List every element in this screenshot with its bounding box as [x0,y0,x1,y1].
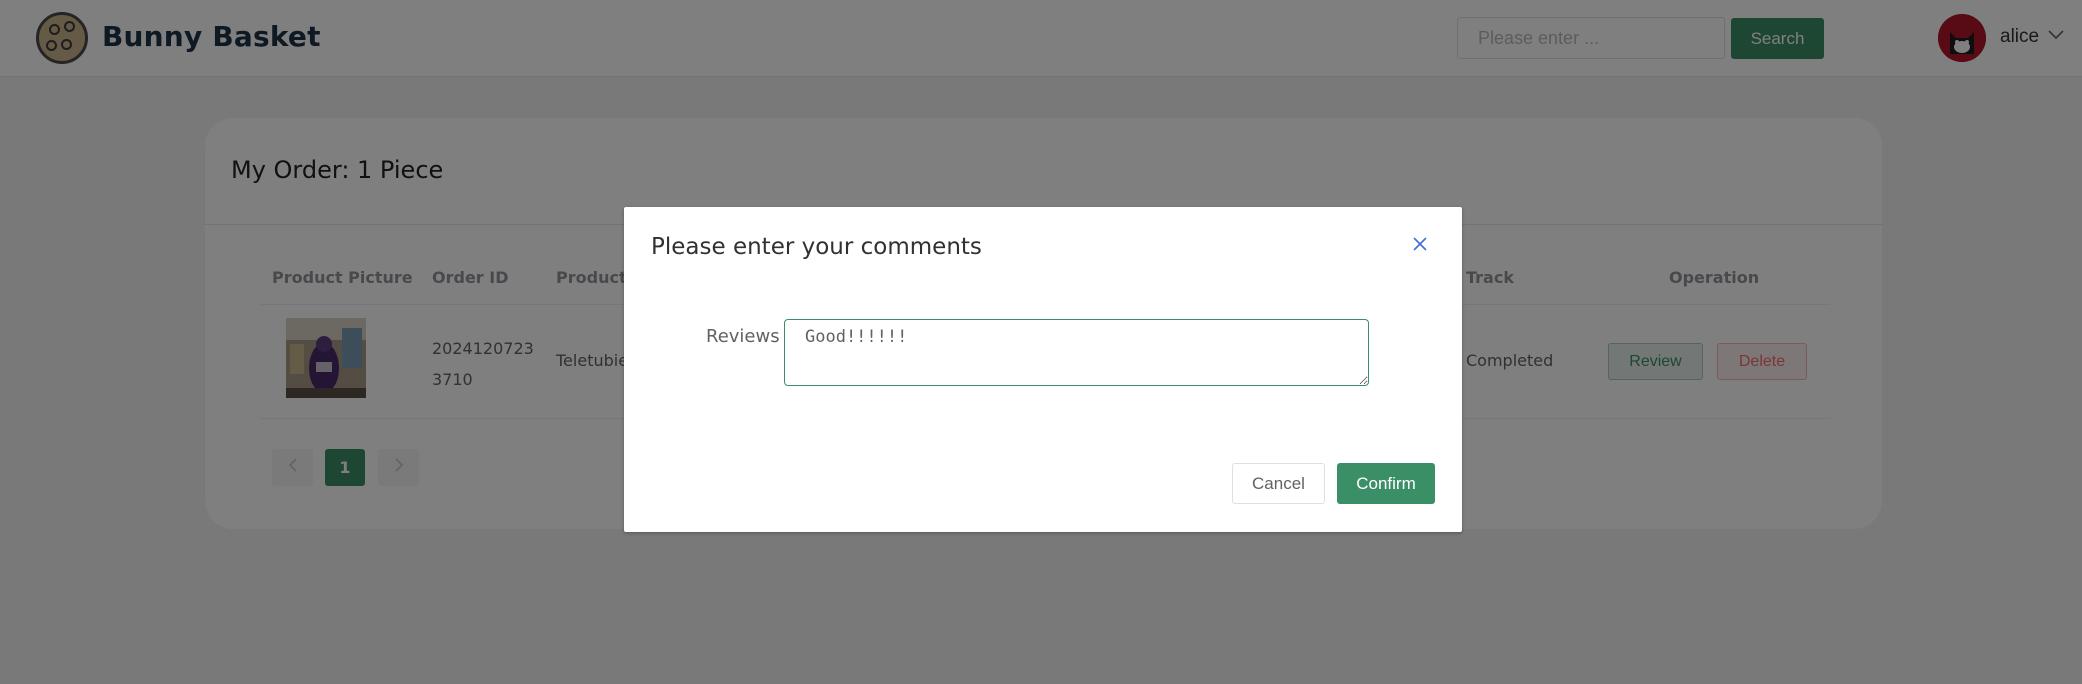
close-button[interactable] [1409,233,1431,255]
close-icon [1413,237,1427,251]
comment-dialog: Please enter your comments Reviews Good!… [624,207,1462,532]
reviews-textarea[interactable]: Good!!!!!! [784,319,1369,386]
confirm-button[interactable]: Confirm [1337,463,1435,504]
dialog-title: Please enter your comments [651,234,982,260]
reviews-label: Reviews [706,326,780,347]
cancel-button[interactable]: Cancel [1232,463,1325,504]
